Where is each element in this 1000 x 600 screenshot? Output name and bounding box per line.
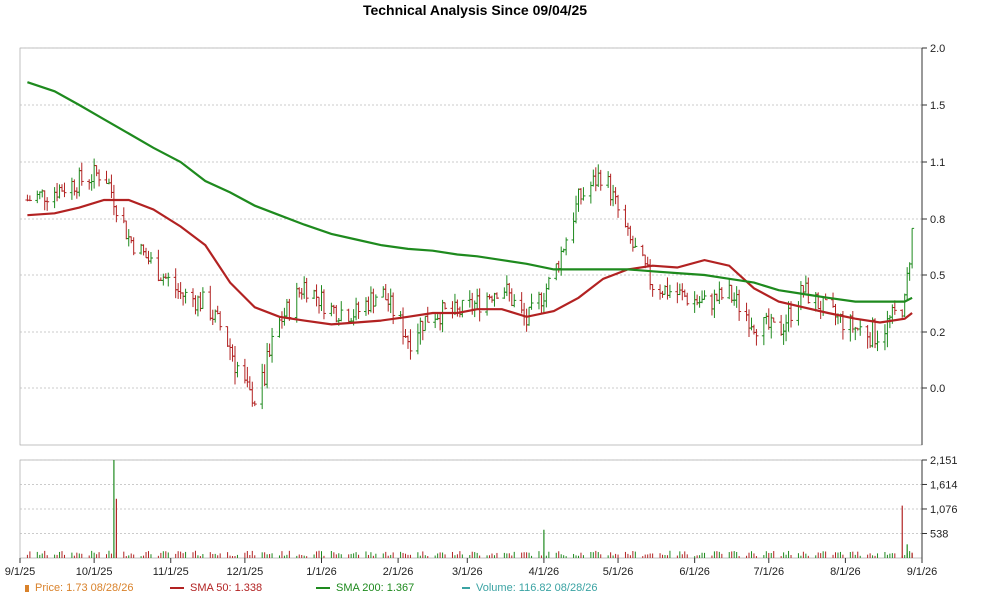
x-tick-label: 4/1/26 <box>529 566 560 578</box>
x-tick-label: 9/1/25 <box>5 566 36 578</box>
legend-label-sma50: SMA 50: 1.338 <box>190 582 263 594</box>
price-swatch <box>25 584 29 592</box>
x-tick-label: 1/1/26 <box>306 566 337 578</box>
price-tick-label: 0.2 <box>930 327 945 339</box>
x-tick-label: 3/1/26 <box>452 566 483 578</box>
price-tick-label: 0.8 <box>930 214 945 226</box>
volume-frame <box>19 459 923 559</box>
moving-averages <box>27 81 913 326</box>
price-bars <box>25 158 915 410</box>
x-tick-label: 9/1/26 <box>907 566 938 578</box>
legend-item-sma50: SMA 50: 1.338 <box>170 582 262 594</box>
x-tick-label: 5/1/26 <box>603 566 634 578</box>
volume-swatch <box>462 587 470 590</box>
legend-item-price: Price: 1.73 08/28/26 <box>25 582 133 594</box>
volume-tick-label: 538 <box>930 528 948 540</box>
x-tick-label: 2/1/26 <box>383 566 414 578</box>
volume-tick-label: 2,151 <box>930 455 958 467</box>
price-tick-label: 1.1 <box>930 157 945 169</box>
price-tick-label: 1.5 <box>930 100 945 112</box>
sma50-swatch <box>170 587 184 590</box>
legend-item-sma200: SMA 200: 1.367 <box>316 582 414 594</box>
sma200-line <box>27 81 913 303</box>
price-frame <box>19 47 923 446</box>
x-tick-label: 12/1/25 <box>227 566 264 578</box>
volume-tick-label: 1,076 <box>930 504 958 516</box>
x-tick-label: 8/1/26 <box>830 566 861 578</box>
legend-label-price: Price: 1.73 08/28/26 <box>35 582 134 594</box>
volume-tick-label: 1,614 <box>930 479 958 491</box>
legend-label-volume: Volume: 116.82 08/28/26 <box>476 582 598 594</box>
sma200-swatch <box>316 587 330 590</box>
legend-label-sma200: SMA 200: 1.367 <box>336 582 415 594</box>
x-tick-label: 11/1/25 <box>153 566 189 578</box>
price-tick-label: 0.0 <box>930 383 945 395</box>
price-tick-label: 0.5 <box>930 270 945 282</box>
legend-item-volume: Volume: 116.82 08/28/26 <box>462 582 598 594</box>
x-tick-label: 10/1/25 <box>76 566 113 578</box>
legend: Price: 1.73 08/28/26 SMA 50: 1.338 SMA 2… <box>0 582 1000 598</box>
price-tick-label: 2.0 <box>930 43 945 55</box>
x-tick-label: 7/1/26 <box>753 566 784 578</box>
chart-area: 2.0 1.5 1.1 0.8 0.5 0.2 0.0 2,151 1,614 1,076 538 9… <box>5 43 958 578</box>
x-tick-label: 6/1/26 <box>679 566 710 578</box>
